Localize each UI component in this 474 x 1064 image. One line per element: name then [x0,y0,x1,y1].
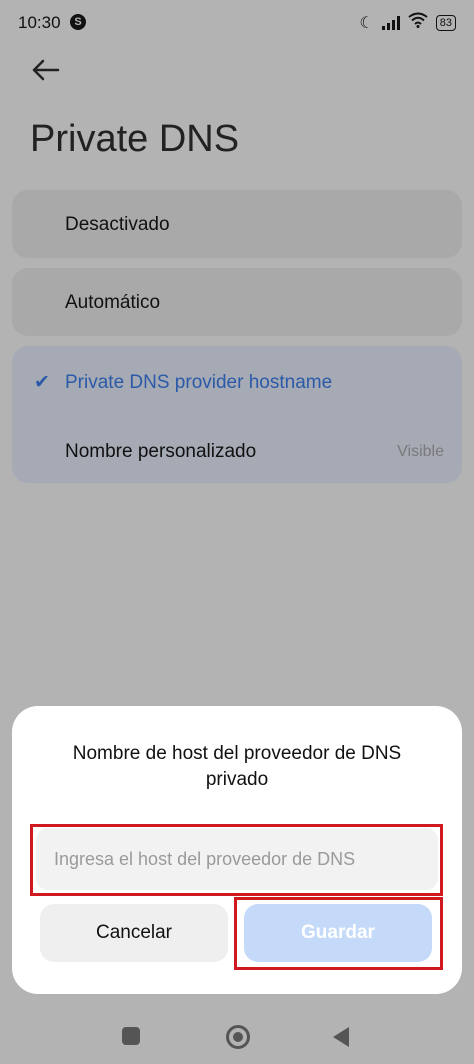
nav-back-icon[interactable] [333,1027,349,1047]
option-provider-label: Private DNS provider hostname [65,372,333,393]
signal-icon [381,15,400,30]
page-title: Private DNS [30,118,240,160]
home-icon[interactable] [226,1025,250,1049]
status-icons: ☾ 83 [359,12,456,33]
option-automatic[interactable]: Automático [12,268,462,336]
status-bar: 10:30 S ☾ 83 [0,0,474,44]
status-time: 10:30 [18,13,61,32]
option-off[interactable]: Desactivado [12,190,462,258]
dialog-title: Nombre de host del proveedor de DNS priv… [72,743,402,790]
option-off-label: Desactivado [65,214,170,235]
hostname-input[interactable] [36,828,438,890]
s-app-icon: S [70,14,86,30]
moon-icon: ☾ [359,14,374,32]
battery-icon: 83 [435,14,456,31]
save-button[interactable]: Guardar [244,904,432,962]
screen: 10:30 S ☾ 83 Private DNS Desactivado Aut… [0,0,474,1064]
option-automatic-label: Automático [65,292,161,313]
wifi-icon [408,12,428,33]
recent-apps-icon[interactable] [122,1027,140,1045]
custom-name-row[interactable]: Nombre personalizado [65,441,256,463]
option-provider-hostname[interactable]: ✔ Private DNS provider hostname Nombre p… [12,346,462,483]
visible-value: Visible [397,443,444,460]
hostname-dialog: Nombre de host del proveedor de DNS priv… [12,706,462,994]
checkmark-icon: ✔ [34,372,50,393]
cancel-button[interactable]: Cancelar [40,904,228,962]
back-arrow-icon[interactable] [30,56,60,90]
